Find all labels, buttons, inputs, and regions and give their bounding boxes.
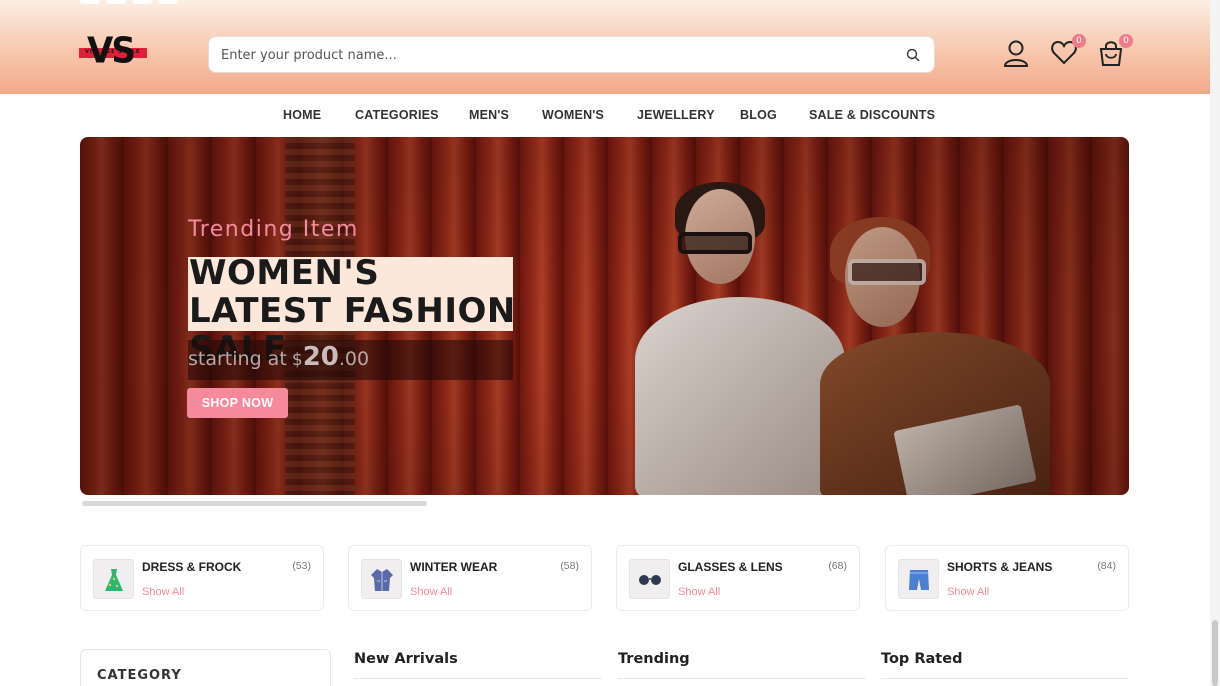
category-count: (68) — [828, 560, 847, 572]
nav-item-jewellery[interactable]: JEWELLERY — [637, 108, 715, 122]
section-divider — [618, 678, 866, 679]
category-count: (84) — [1097, 560, 1116, 572]
section-title-new-arrivals: New Arrivals — [354, 651, 458, 667]
section-title-trending: Trending — [618, 651, 690, 667]
banner-price: starting at $20.00 — [188, 342, 369, 372]
show-all-link[interactable]: Show All — [410, 586, 452, 598]
category-card-glasses-lens[interactable]: GLASSES & LENS (68) Show All — [616, 545, 860, 611]
page: VS VILLAGE STYLE 0 0 — [0, 0, 1220, 686]
search-input[interactable] — [221, 45, 881, 65]
instagram-icon[interactable] — [132, 0, 152, 4]
section-divider — [354, 678, 602, 679]
twitter-icon[interactable] — [106, 0, 126, 4]
sidebar-category-title: CATEGORY — [97, 668, 182, 683]
category-card-winter-wear[interactable]: WINTER WEAR (58) Show All — [348, 545, 592, 611]
logo[interactable]: VS VILLAGE STYLE — [79, 30, 147, 73]
wishlist-count-badge: 0 — [1072, 34, 1086, 48]
category-name: GLASSES & LENS — [678, 560, 783, 574]
wishlist-button[interactable]: 0 — [1050, 34, 1086, 68]
sidebar-category-panel: CATEGORY — [80, 649, 331, 686]
search-bar — [208, 36, 935, 73]
category-count: (58) — [560, 560, 579, 572]
nav-item-categories[interactable]: CATEGORIES — [355, 108, 439, 122]
coat-icon — [361, 559, 402, 599]
price-whole: 20 — [302, 342, 339, 372]
user-icon[interactable] — [1002, 38, 1030, 68]
section-title-top-rated: Top Rated — [881, 651, 963, 667]
shop-now-button[interactable]: SHOP NOW — [187, 388, 288, 418]
dress-icon — [93, 559, 134, 599]
cart-button[interactable]: 0 — [1097, 34, 1133, 68]
price-currency: $ — [291, 350, 303, 370]
price-decimal: .00 — [338, 348, 370, 370]
cart-count-badge: 0 — [1119, 34, 1133, 48]
scrollbar-thumb[interactable] — [1212, 620, 1218, 686]
banner-subtitle: Trending Item — [188, 217, 359, 242]
show-all-link[interactable]: Show All — [678, 586, 720, 598]
nav-item-sale-discounts[interactable]: SALE & DISCOUNTS — [809, 108, 935, 122]
show-all-link[interactable]: Show All — [142, 586, 184, 598]
category-card-shorts-jeans[interactable]: SHORTS & JEANS (84) Show All — [885, 545, 1129, 611]
header: VS VILLAGE STYLE 0 0 — [0, 0, 1210, 94]
search-icon[interactable] — [906, 48, 920, 62]
section-divider — [881, 678, 1129, 679]
nav-item-womens[interactable]: WOMEN'S — [542, 108, 604, 122]
glasses-icon — [629, 559, 670, 599]
price-label: starting at — [188, 348, 287, 370]
category-count: (53) — [292, 560, 311, 572]
category-name: DRESS & FROCK — [142, 560, 242, 574]
nav-item-mens[interactable]: MEN'S — [469, 108, 509, 122]
logo-tagline: VILLAGE STYLE — [85, 49, 141, 55]
facebook-icon[interactable] — [80, 0, 100, 4]
page-scrollbar[interactable] — [1210, 0, 1220, 686]
banner-slider-scrollbar[interactable] — [82, 501, 427, 506]
main-nav: HOME CATEGORIES MEN'S WOMEN'S JEWELLERY … — [0, 108, 1210, 124]
nav-item-blog[interactable]: BLOG — [740, 108, 777, 122]
shorts-icon — [898, 559, 939, 599]
nav-item-home[interactable]: HOME — [283, 108, 321, 122]
category-name: WINTER WEAR — [410, 560, 498, 574]
show-all-link[interactable]: Show All — [947, 586, 989, 598]
category-card-dress-frock[interactable]: DRESS & FROCK (53) Show All — [80, 545, 324, 611]
linkedin-icon[interactable] — [158, 0, 178, 4]
category-name: SHORTS & JEANS — [947, 560, 1053, 574]
social-links — [80, 0, 178, 4]
